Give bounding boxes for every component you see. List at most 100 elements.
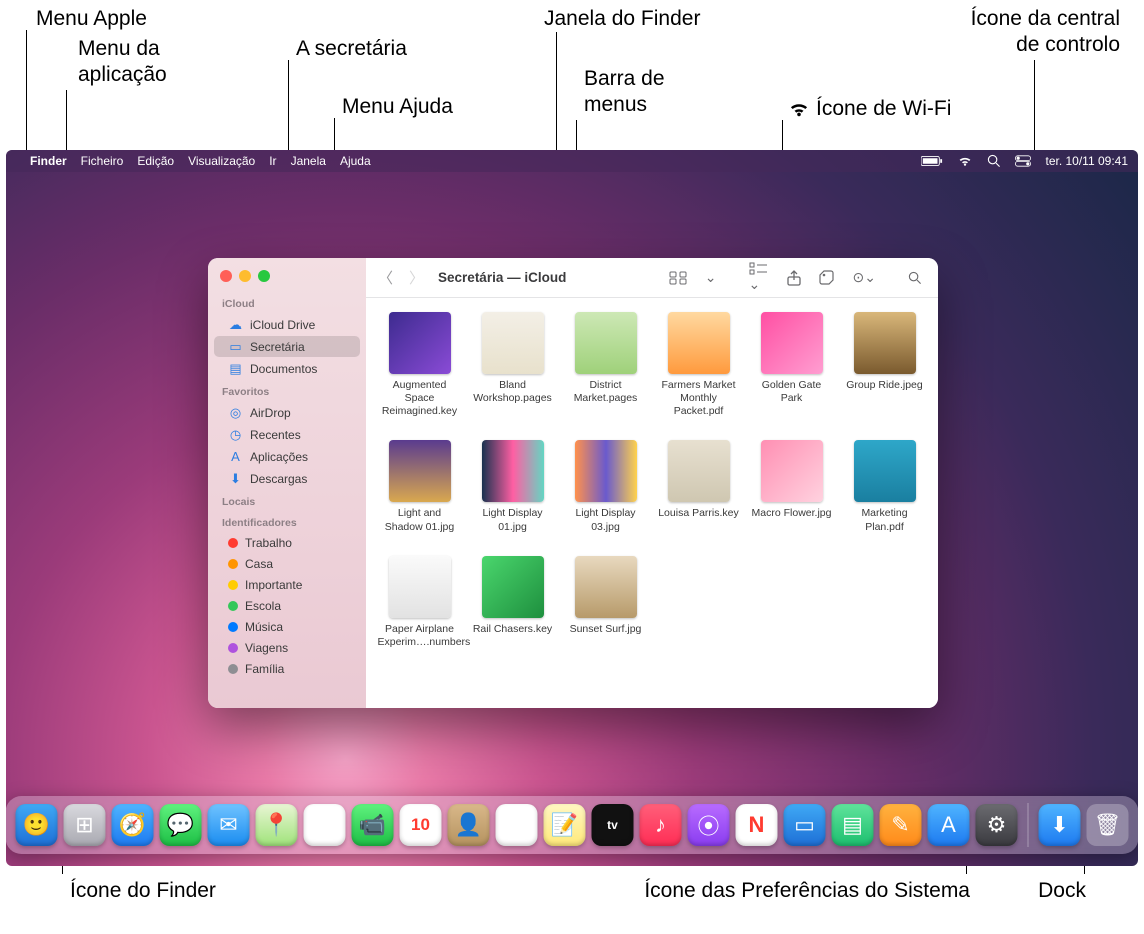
file-item[interactable]: Farmers Market Monthly Packet.pdf <box>655 312 742 418</box>
battery-icon[interactable] <box>921 155 943 167</box>
spotlight-icon[interactable] <box>987 154 1001 168</box>
dock-maps-icon[interactable]: 📍 <box>256 804 298 846</box>
menu-ajuda[interactable]: Ajuda <box>340 154 371 168</box>
tag-dot-icon <box>228 622 238 632</box>
tag-dot-icon <box>228 664 238 674</box>
app-menu[interactable]: Finder <box>30 154 67 168</box>
dock-safari-icon[interactable]: 🧭 <box>112 804 154 846</box>
dock-trash-icon[interactable]: 🗑 <box>1087 804 1129 846</box>
file-thumbnail <box>761 312 823 374</box>
dock-notes-icon[interactable]: 📝 <box>544 804 586 846</box>
sidebar-item-família[interactable]: Família <box>214 659 360 679</box>
tags-button[interactable] <box>815 268 839 288</box>
file-name: Rail Chasers.key <box>473 623 552 636</box>
dock-music-icon[interactable]: ♪ <box>640 804 682 846</box>
sidebar-item-aplicações[interactable]: AAplicações <box>214 446 360 467</box>
file-item[interactable]: Sunset Surf.jpg <box>562 556 649 649</box>
tag-dot-icon <box>228 538 238 548</box>
finder-toolbar: 〈 〉 Secretária — iCloud ⌄ ⌄ ⊙⌄ <box>366 258 938 298</box>
dock-contacts-icon[interactable]: 👤 <box>448 804 490 846</box>
minimize-button[interactable] <box>239 270 251 282</box>
dock-news-icon[interactable]: N <box>736 804 778 846</box>
menu-ir[interactable]: Ir <box>269 154 276 168</box>
window-title: Secretária — iCloud <box>438 270 566 285</box>
file-item[interactable]: Macro Flower.jpg <box>748 440 835 533</box>
file-item[interactable]: District Market.pages <box>562 312 649 418</box>
dock-pages-icon[interactable]: ✎ <box>880 804 922 846</box>
search-button[interactable] <box>904 269 926 287</box>
more-button[interactable]: ⊙⌄ <box>849 267 880 288</box>
menu-janela[interactable]: Janela <box>291 154 326 168</box>
menu-ficheiro[interactable]: Ficheiro <box>81 154 124 168</box>
dock-downloads-icon[interactable]: ⬇ <box>1039 804 1081 846</box>
dock-podcasts-icon[interactable]: ⦿ <box>688 804 730 846</box>
sidebar-item-secretária[interactable]: ▭Secretária <box>214 336 360 357</box>
close-button[interactable] <box>220 270 232 282</box>
dock-tv-icon[interactable]: tv <box>592 804 634 846</box>
sidebar-item-viagens[interactable]: Viagens <box>214 638 360 658</box>
group-button[interactable]: ⌄ <box>745 260 773 295</box>
dock-facetime-icon[interactable]: 📹 <box>352 804 394 846</box>
back-button[interactable]: 〈 <box>378 267 393 288</box>
file-thumbnail <box>482 556 544 618</box>
file-item[interactable]: Augmented Space Reimagined.key <box>376 312 463 418</box>
dock-launchpad-icon[interactable]: ⊞ <box>64 804 106 846</box>
dock-photos-icon[interactable]: ✿ <box>304 804 346 846</box>
file-name: Paper Airplane Experim….numbers <box>378 623 462 649</box>
file-name: Golden Gate Park <box>750 379 834 405</box>
sidebar-item-trabalho[interactable]: Trabalho <box>214 533 360 553</box>
file-thumbnail <box>761 440 823 502</box>
view-switcher-button[interactable]: ⌄ <box>701 267 721 288</box>
file-thumbnail <box>482 440 544 502</box>
share-button[interactable] <box>783 268 805 288</box>
file-item[interactable]: Light and Shadow 01.jpg <box>376 440 463 533</box>
sidebar-item-label: Documentos <box>250 362 317 376</box>
sidebar-item-descargas[interactable]: ⬇Descargas <box>214 468 360 489</box>
dock-keynote-icon[interactable]: ▭ <box>784 804 826 846</box>
file-name: Light Display 01.jpg <box>471 507 555 533</box>
sidebar-item-recentes[interactable]: ◷Recentes <box>214 424 360 445</box>
dock-reminders-icon[interactable]: ☰ <box>496 804 538 846</box>
sidebar-item-música[interactable]: Música <box>214 617 360 637</box>
file-item[interactable]: Golden Gate Park <box>748 312 835 418</box>
file-item[interactable]: Paper Airplane Experim….numbers <box>376 556 463 649</box>
dock-finder-icon[interactable]: 🙂 <box>16 804 58 846</box>
cloud-icon: ☁ <box>228 317 243 332</box>
file-thumbnail <box>389 440 451 502</box>
dock-mail-icon[interactable]: ✉ <box>208 804 250 846</box>
sidebar-heading: Locais <box>208 490 366 511</box>
file-item[interactable]: Bland Workshop.pages <box>469 312 556 418</box>
file-item[interactable]: Light Display 03.jpg <box>562 440 649 533</box>
file-item[interactable]: Louisa Parris.key <box>655 440 742 533</box>
sidebar-item-escola[interactable]: Escola <box>214 596 360 616</box>
sidebar-item-importante[interactable]: Importante <box>214 575 360 595</box>
dock-numbers-icon[interactable]: ▤ <box>832 804 874 846</box>
sidebar-item-label: AirDrop <box>250 406 291 420</box>
sidebar-item-documentos[interactable]: ▤Documentos <box>214 358 360 379</box>
dock-messages-icon[interactable]: 💬 <box>160 804 202 846</box>
control-center-icon[interactable] <box>1015 155 1031 167</box>
menu-bar: Finder Ficheiro Edição Visualização Ir J… <box>6 150 1138 172</box>
sidebar-item-airdrop[interactable]: ◎ AirDrop <box>214 402 360 423</box>
zoom-button[interactable] <box>258 270 270 282</box>
menu-visualizacao[interactable]: Visualização <box>188 154 255 168</box>
sidebar-item-icloud-drive[interactable]: ☁iCloud Drive <box>214 314 360 335</box>
view-icons-button[interactable] <box>665 269 691 287</box>
file-item[interactable]: Rail Chasers.key <box>469 556 556 649</box>
wifi-status-icon[interactable] <box>957 155 973 167</box>
sidebar-item-label: Aplicações <box>250 450 308 464</box>
sidebar-item-label: Música <box>245 620 283 634</box>
dock-system-preferences-icon[interactable]: ⚙ <box>976 804 1018 846</box>
file-item[interactable]: Light Display 01.jpg <box>469 440 556 533</box>
file-item[interactable]: Marketing Plan.pdf <box>841 440 928 533</box>
file-thumbnail <box>575 312 637 374</box>
menu-edicao[interactable]: Edição <box>137 154 174 168</box>
forward-button[interactable]: 〉 <box>409 267 424 288</box>
sidebar-heading: Identificadores <box>208 511 366 532</box>
dock-appstore-icon[interactable]: A <box>928 804 970 846</box>
file-item[interactable]: Group Ride.jpeg <box>841 312 928 418</box>
sidebar-item-casa[interactable]: Casa <box>214 554 360 574</box>
dock-calendar-icon[interactable]: 10 <box>400 804 442 846</box>
airdrop-icon: ◎ <box>228 405 243 420</box>
menu-clock[interactable]: ter. 10/11 09:41 <box>1045 154 1128 168</box>
